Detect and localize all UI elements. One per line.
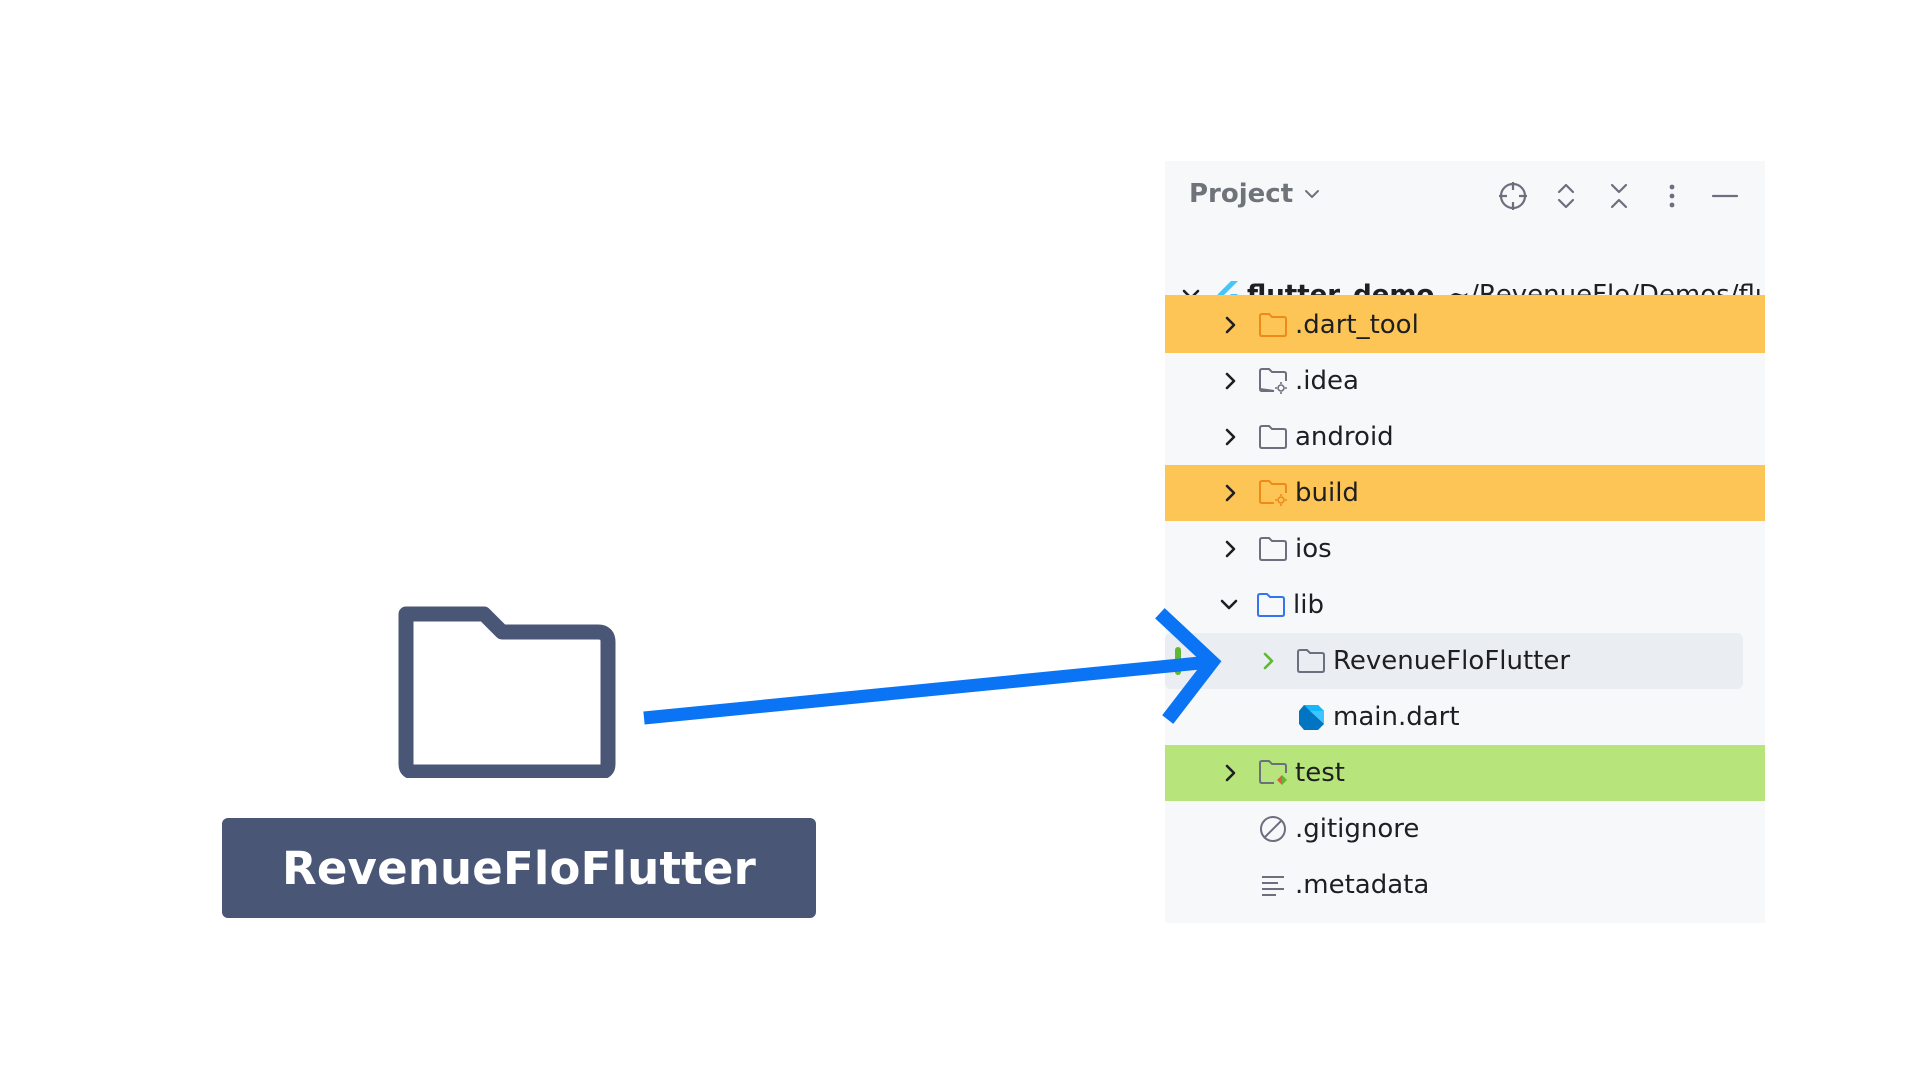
tree-item-label: test	[1295, 758, 1345, 788]
folder-icon	[1295, 646, 1327, 676]
source-folder-icon	[1255, 590, 1287, 620]
crosshair-icon[interactable]	[1496, 179, 1530, 213]
more-vertical-icon[interactable]	[1655, 179, 1689, 213]
tree-item-label: .dart_tool	[1295, 310, 1419, 340]
folder-icon	[398, 606, 616, 778]
chevron-right-icon[interactable]	[1219, 761, 1243, 785]
panel-title: Project	[1189, 179, 1294, 209]
text-file-icon	[1257, 870, 1289, 900]
vcs-change-marker	[1175, 647, 1181, 675]
test-folder-icon	[1257, 758, 1289, 788]
expand-all-icon[interactable]	[1549, 179, 1583, 213]
tree-item-label: .idea	[1295, 366, 1359, 396]
project-view-dropdown[interactable]: Project	[1189, 179, 1321, 209]
collapse-all-icon[interactable]	[1602, 179, 1636, 213]
tree-item-label: ios	[1295, 534, 1332, 564]
tree-item-gitignore[interactable]: .gitignore	[1165, 801, 1765, 857]
excluded-folder-icon	[1257, 478, 1289, 508]
project-panel: Project .dart_tool .idea android build i…	[1165, 161, 1765, 923]
folder-icon	[1257, 422, 1289, 452]
settings-folder-icon	[1257, 366, 1289, 396]
panel-header: Project	[1165, 161, 1765, 231]
minimize-icon[interactable]	[1708, 179, 1742, 213]
chevron-right-icon[interactable]	[1219, 425, 1243, 449]
tree-item-revenueflo-flutter[interactable]: RevenueFloFlutter	[1165, 633, 1743, 689]
chevron-down-icon	[1305, 190, 1320, 198]
tree-item-build[interactable]: build	[1165, 465, 1765, 521]
chevron-right-icon[interactable]	[1219, 537, 1243, 561]
tree-item-label: RevenueFloFlutter	[1333, 646, 1571, 676]
folder-name-label: RevenueFloFlutter	[222, 818, 816, 918]
folder-icon	[1257, 534, 1289, 564]
tree-item-metadata[interactable]: .metadata	[1165, 857, 1765, 913]
chevron-right-icon[interactable]	[1219, 313, 1243, 337]
tree-item-main-dart[interactable]: main.dart	[1165, 689, 1765, 745]
tree-item-idea[interactable]: .idea	[1165, 353, 1765, 409]
chevron-right-icon[interactable]	[1219, 369, 1243, 393]
dart-file-icon	[1295, 702, 1327, 732]
tree-item-label: lib	[1293, 590, 1324, 620]
tree-item-test[interactable]: test	[1165, 745, 1765, 801]
tree-item-ios[interactable]: ios	[1165, 521, 1765, 577]
tree-item-label: build	[1295, 478, 1359, 508]
tree-item-dart-tool[interactable]: .dart_tool	[1165, 297, 1765, 353]
tree-item-label: .metadata	[1295, 870, 1430, 900]
tree-item-label: android	[1295, 422, 1394, 452]
chevron-right-icon[interactable]	[1219, 481, 1243, 505]
tree-item-lib[interactable]: lib	[1165, 577, 1765, 633]
tree-item-label: main.dart	[1333, 702, 1460, 732]
tutorial-canvas: RevenueFloFlutter Project .dart_tool .id…	[0, 0, 1920, 1080]
chevron-right-icon[interactable]	[1257, 649, 1281, 673]
tree-item-label: .gitignore	[1295, 814, 1420, 844]
chevron-down-icon[interactable]	[1217, 593, 1241, 617]
tree-item-android[interactable]: android	[1165, 409, 1765, 465]
excluded-folder-icon	[1257, 310, 1289, 340]
ignore-file-icon	[1257, 814, 1289, 844]
